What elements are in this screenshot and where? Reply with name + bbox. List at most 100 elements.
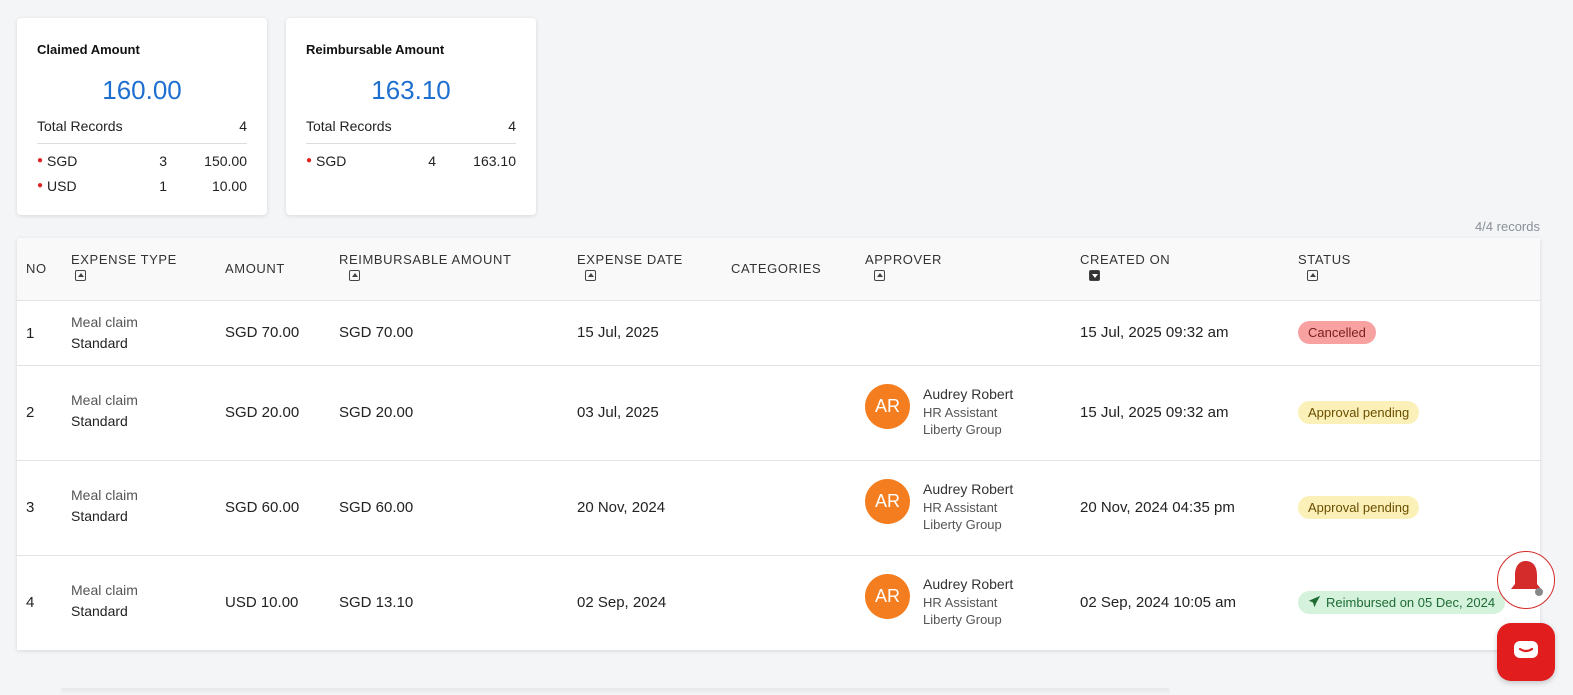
amount: SGD 20.00 (225, 404, 300, 421)
expense-subtype: Standard (71, 603, 128, 619)
total-records-count: 4 (508, 118, 516, 134)
expense-date: 20 Nov, 2024 (577, 499, 666, 516)
approver-info: Audrey Robert HR Assistant Liberty Group (923, 481, 1013, 532)
reimbursable-amount-card: Reimbursable Amount 163.10 Total Records… (286, 18, 536, 215)
row-no: 3 (26, 499, 35, 516)
created-on: 15 Jul, 2025 09:32 am (1080, 404, 1229, 421)
expense-date: 03 Jul, 2025 (577, 404, 659, 421)
header-no: NO (26, 261, 47, 276)
sort-icon[interactable] (874, 270, 885, 281)
expense-type: Meal claim (71, 314, 138, 330)
currency-row: ● SGD 4 163.10 (306, 152, 516, 169)
header-label: EXPENSE DATE (577, 252, 683, 267)
status-badge: Approval pending (1298, 401, 1420, 424)
status-badge: Approval pending (1298, 496, 1420, 519)
expense-subtype: Standard (71, 413, 128, 429)
header-created-on[interactable]: CREATED ON (1080, 252, 1170, 281)
approver-name: Audrey Robert (923, 576, 1014, 592)
sort-icon[interactable] (1307, 270, 1318, 281)
total-records-label: Total Records (37, 118, 123, 134)
expense-date: 02 Sep, 2024 (577, 594, 667, 611)
header-label: CREATED ON (1080, 252, 1171, 267)
header-label: STATUS (1298, 252, 1351, 267)
currency-row: ● SGD 3 150.00 (37, 152, 247, 169)
reimbursable-amount: SGD 20.00 (339, 404, 414, 421)
created-on: 15 Jul, 2025 09:32 am (1080, 324, 1229, 341)
avatar: AR (865, 574, 910, 619)
currency-amount: 150.00 (204, 152, 247, 169)
status-text: Reimbursed on 05 Dec, 2024 (1326, 595, 1496, 610)
expense-type-cell: Meal claim Standard (71, 392, 138, 429)
notification-button[interactable] (1497, 551, 1555, 609)
expense-subtype: Standard (71, 335, 128, 351)
header-label: EXPENSE TYPE (71, 252, 177, 267)
header-reimbursable-amount[interactable]: REIMBURSABLE AMOUNT (339, 252, 511, 281)
table-row[interactable]: 3 Meal claim Standard SGD 60.00 SGD 60.0… (17, 461, 1540, 556)
bell-icon (1507, 558, 1545, 603)
expense-type-cell: Meal claim Standard (71, 314, 138, 351)
currency-code: SGD (316, 152, 347, 169)
table-row[interactable]: 2 Meal claim Standard SGD 20.00 SGD 20.0… (17, 366, 1540, 461)
expense-subtype: Standard (71, 508, 128, 524)
claimed-amount-title: Claimed Amount (37, 42, 140, 57)
row-no: 1 (26, 325, 35, 342)
sort-icon[interactable] (349, 270, 360, 281)
total-records-label: Total Records (306, 118, 392, 134)
claimed-amount-card: Claimed Amount 160.00 Total Records 4 ● … (17, 18, 267, 215)
bullet-icon: ● (37, 155, 44, 166)
approver-company: Liberty Group (923, 517, 1002, 532)
sort-icon[interactable] (585, 270, 596, 281)
amount: SGD 60.00 (225, 499, 300, 516)
reimbursable-amount-title: Reimbursable Amount (306, 42, 445, 57)
expense-type: Meal claim (71, 487, 138, 503)
row-no: 4 (26, 594, 35, 611)
header-expense-date[interactable]: EXPENSE DATE (577, 252, 683, 281)
expense-type: Meal claim (71, 582, 138, 598)
table-row[interactable]: 4 Meal claim Standard USD 10.00 SGD 13.1… (17, 556, 1540, 650)
sort-icon[interactable] (75, 270, 86, 281)
expense-type: Meal claim (71, 392, 138, 408)
header-label: REIMBURSABLE AMOUNT (339, 252, 512, 267)
expense-type-cell: Meal claim Standard (71, 487, 138, 524)
bullet-icon: ● (306, 155, 313, 166)
sort-desc-icon[interactable] (1089, 270, 1100, 281)
expense-table: NO EXPENSE TYPE AMOUNT REIMBURSABLE AMOU… (17, 238, 1540, 650)
row-no: 2 (26, 404, 35, 421)
records-count: 4/4 records (1474, 219, 1540, 234)
approver-name: Audrey Robert (923, 386, 1014, 402)
claimed-amount-value: 160.00 (102, 75, 182, 105)
header-expense-type[interactable]: EXPENSE TYPE (71, 252, 177, 281)
created-on: 20 Nov, 2024 04:35 pm (1080, 499, 1235, 516)
table-header: NO EXPENSE TYPE AMOUNT REIMBURSABLE AMOU… (17, 238, 1540, 301)
header-amount: AMOUNT (225, 261, 285, 276)
expense-date: 15 Jul, 2025 (577, 324, 659, 341)
approver-company: Liberty Group (923, 422, 1002, 437)
approver-info: Audrey Robert HR Assistant Liberty Group (923, 386, 1013, 437)
reimbursable-total-records: Total Records 4 (306, 118, 516, 144)
header-status[interactable]: STATUS (1298, 252, 1351, 281)
bullet-icon: ● (37, 180, 44, 191)
chat-button[interactable] (1497, 623, 1555, 681)
approver-name: Audrey Robert (923, 481, 1014, 497)
header-approver[interactable]: APPROVER (865, 252, 942, 281)
total-records-count: 4 (239, 118, 247, 134)
currency-count: 1 (159, 177, 167, 194)
status-badge: Cancelled (1298, 321, 1376, 344)
reimbursable-amount: SGD 13.10 (339, 594, 414, 611)
currency-amount: 10.00 (211, 177, 247, 194)
scroll-shadow (60, 688, 1170, 695)
amount: USD 10.00 (225, 594, 299, 611)
header-categories: CATEGORIES (731, 261, 822, 276)
header-label: APPROVER (865, 252, 943, 267)
expense-type-cell: Meal claim Standard (71, 582, 138, 619)
currency-count: 3 (159, 152, 167, 169)
currency-code: SGD (47, 152, 78, 169)
claimed-total-records: Total Records 4 (37, 118, 247, 144)
reimbursable-amount: SGD 60.00 (339, 499, 414, 516)
created-on: 02 Sep, 2024 10:05 am (1080, 594, 1236, 611)
reimbursable-amount-value: 163.10 (371, 75, 451, 105)
approver-company: Liberty Group (923, 612, 1002, 627)
table-row[interactable]: 1 Meal claim Standard SGD 70.00 SGD 70.0… (17, 302, 1540, 366)
currency-count: 4 (428, 152, 436, 169)
approver-role: HR Assistant (923, 405, 998, 420)
